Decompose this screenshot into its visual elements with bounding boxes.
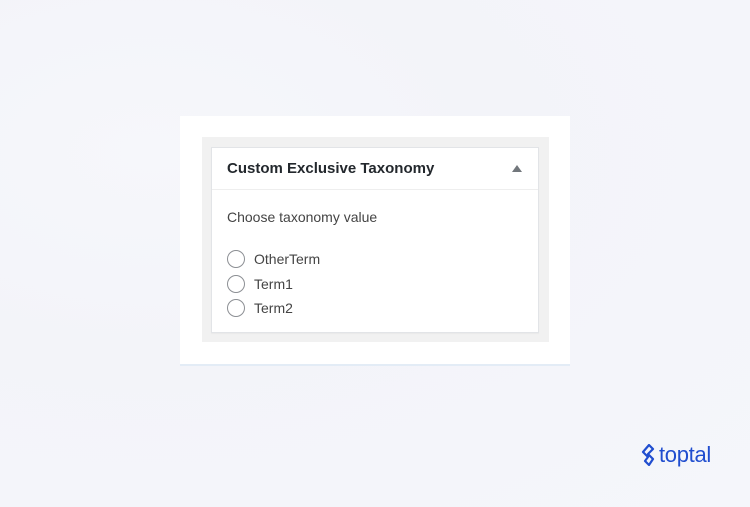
metabox-header[interactable]: Custom Exclusive Taxonomy	[212, 148, 538, 190]
toptal-mark-icon	[641, 444, 655, 466]
option-term2[interactable]: Term2	[227, 296, 523, 321]
taxonomy-prompt: Choose taxonomy value	[227, 209, 378, 225]
metabox-body: Choose taxonomy value OtherTerm Term1 Te…	[212, 190, 538, 321]
toptal-wordmark: toptal	[659, 442, 712, 467]
metabox-title: Custom Exclusive Taxonomy	[227, 160, 435, 177]
option-term1[interactable]: Term1	[227, 272, 523, 297]
option-label: Term2	[254, 300, 293, 317]
radio-term2[interactable]	[227, 299, 245, 318]
triangle-up-icon	[512, 165, 522, 172]
option-label: OtherTerm	[254, 251, 321, 268]
radio-term1[interactable]	[227, 274, 245, 293]
toptal-logo: toptal	[640, 444, 711, 466]
option-otherterm[interactable]: OtherTerm	[227, 247, 523, 272]
radio-otherterm[interactable]	[227, 250, 245, 269]
collapse-toggle-button[interactable]	[510, 162, 524, 176]
taxonomy-metabox: Custom Exclusive Taxonomy Choose taxonom…	[211, 147, 539, 333]
option-label: Term1	[254, 275, 293, 292]
